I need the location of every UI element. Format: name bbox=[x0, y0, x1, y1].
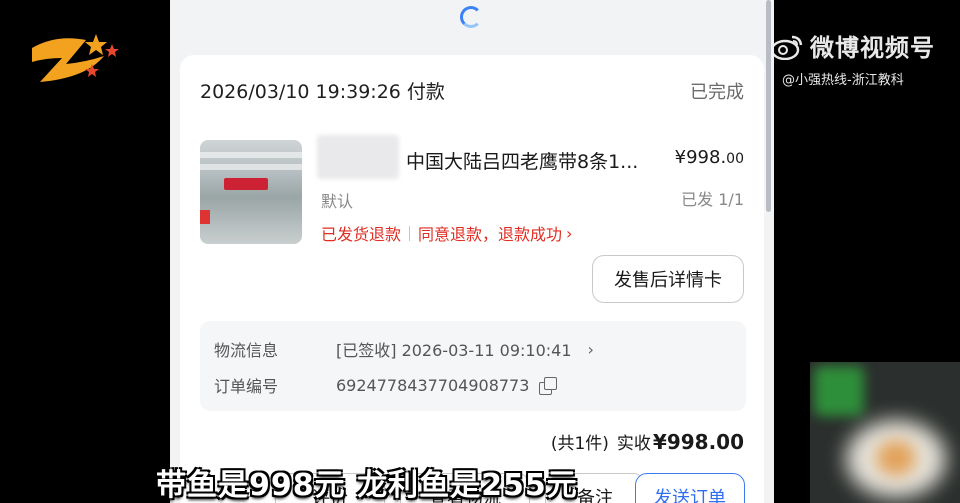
copy-icon[interactable] bbox=[539, 376, 558, 395]
order-number-value: 6924778437704908773 bbox=[336, 375, 530, 395]
blurred-shop-tag bbox=[317, 135, 399, 179]
order-status: 已完成 bbox=[690, 81, 744, 103]
product-price: ¥998.00 bbox=[674, 147, 744, 168]
refund-type: 已发货退款 bbox=[321, 225, 402, 244]
product-title[interactable]: 中国大陆吕四老鹰带8条1... bbox=[406, 147, 638, 174]
after-sale-detail-button[interactable]: 发售后详情卡 bbox=[592, 255, 744, 303]
logistics-row[interactable]: 物流信息 [已签收] 2026-03-11 09:10:41 › bbox=[214, 337, 732, 361]
chevron-right-icon: › bbox=[566, 223, 573, 243]
refund-result: 同意退款，退款成功 bbox=[418, 225, 563, 244]
chevron-right-icon: › bbox=[587, 339, 594, 359]
weibo-handle: @小强热线-浙江教科 bbox=[782, 73, 904, 88]
order-number-label: 订单编号 bbox=[214, 377, 279, 396]
payment-time: 2026/03/10 19:39:26 付款 bbox=[200, 81, 445, 103]
order-number-row: 订单编号 6924778437704908773 bbox=[214, 373, 732, 397]
product-spec: 默认 bbox=[321, 192, 354, 211]
shipped-count: 已发 1/1 bbox=[681, 190, 744, 209]
total-count: (共1件) bbox=[550, 434, 609, 454]
order-header: 2026/03/10 19:39:26 付款 已完成 bbox=[200, 77, 744, 104]
order-info-box: 物流信息 [已签收] 2026-03-11 09:10:41 › 订单编号 69… bbox=[200, 321, 746, 411]
product-thumbnail[interactable] bbox=[200, 140, 302, 244]
loading-spinner-icon bbox=[460, 6, 482, 28]
refund-status-link[interactable]: 已发货退款 同意退款，退款成功 › bbox=[321, 221, 572, 245]
total-amount: ¥998.00 bbox=[652, 430, 744, 454]
total-label: 实收 bbox=[616, 434, 651, 454]
channel-logo bbox=[32, 34, 119, 82]
weibo-brand: 微博视频号 bbox=[810, 34, 935, 62]
divider bbox=[409, 225, 411, 241]
video-subtitle: 带鱼是998元 龙利鱼是255元 bbox=[156, 468, 578, 503]
order-total: (共1件) 实收 ¥998.00 bbox=[551, 429, 744, 454]
blurred-inset-video bbox=[810, 362, 960, 503]
weibo-icon bbox=[770, 35, 803, 60]
logistics-label: 物流信息 bbox=[214, 341, 279, 360]
order-card: 2026/03/10 19:39:26 付款 已完成 中国大陆吕四老鹰带8条1.… bbox=[180, 55, 764, 503]
weibo-watermark: 微博视频号 @小强热线-浙江教科 bbox=[770, 28, 950, 88]
scrollbar[interactable] bbox=[766, 0, 771, 212]
send-order-button[interactable]: 发送订单 bbox=[635, 473, 745, 503]
phone-screen: 2026/03/10 19:39:26 付款 已完成 中国大陆吕四老鹰带8条1.… bbox=[170, 0, 774, 503]
logistics-value: [已签收] 2026-03-11 09:10:41 bbox=[336, 341, 572, 360]
